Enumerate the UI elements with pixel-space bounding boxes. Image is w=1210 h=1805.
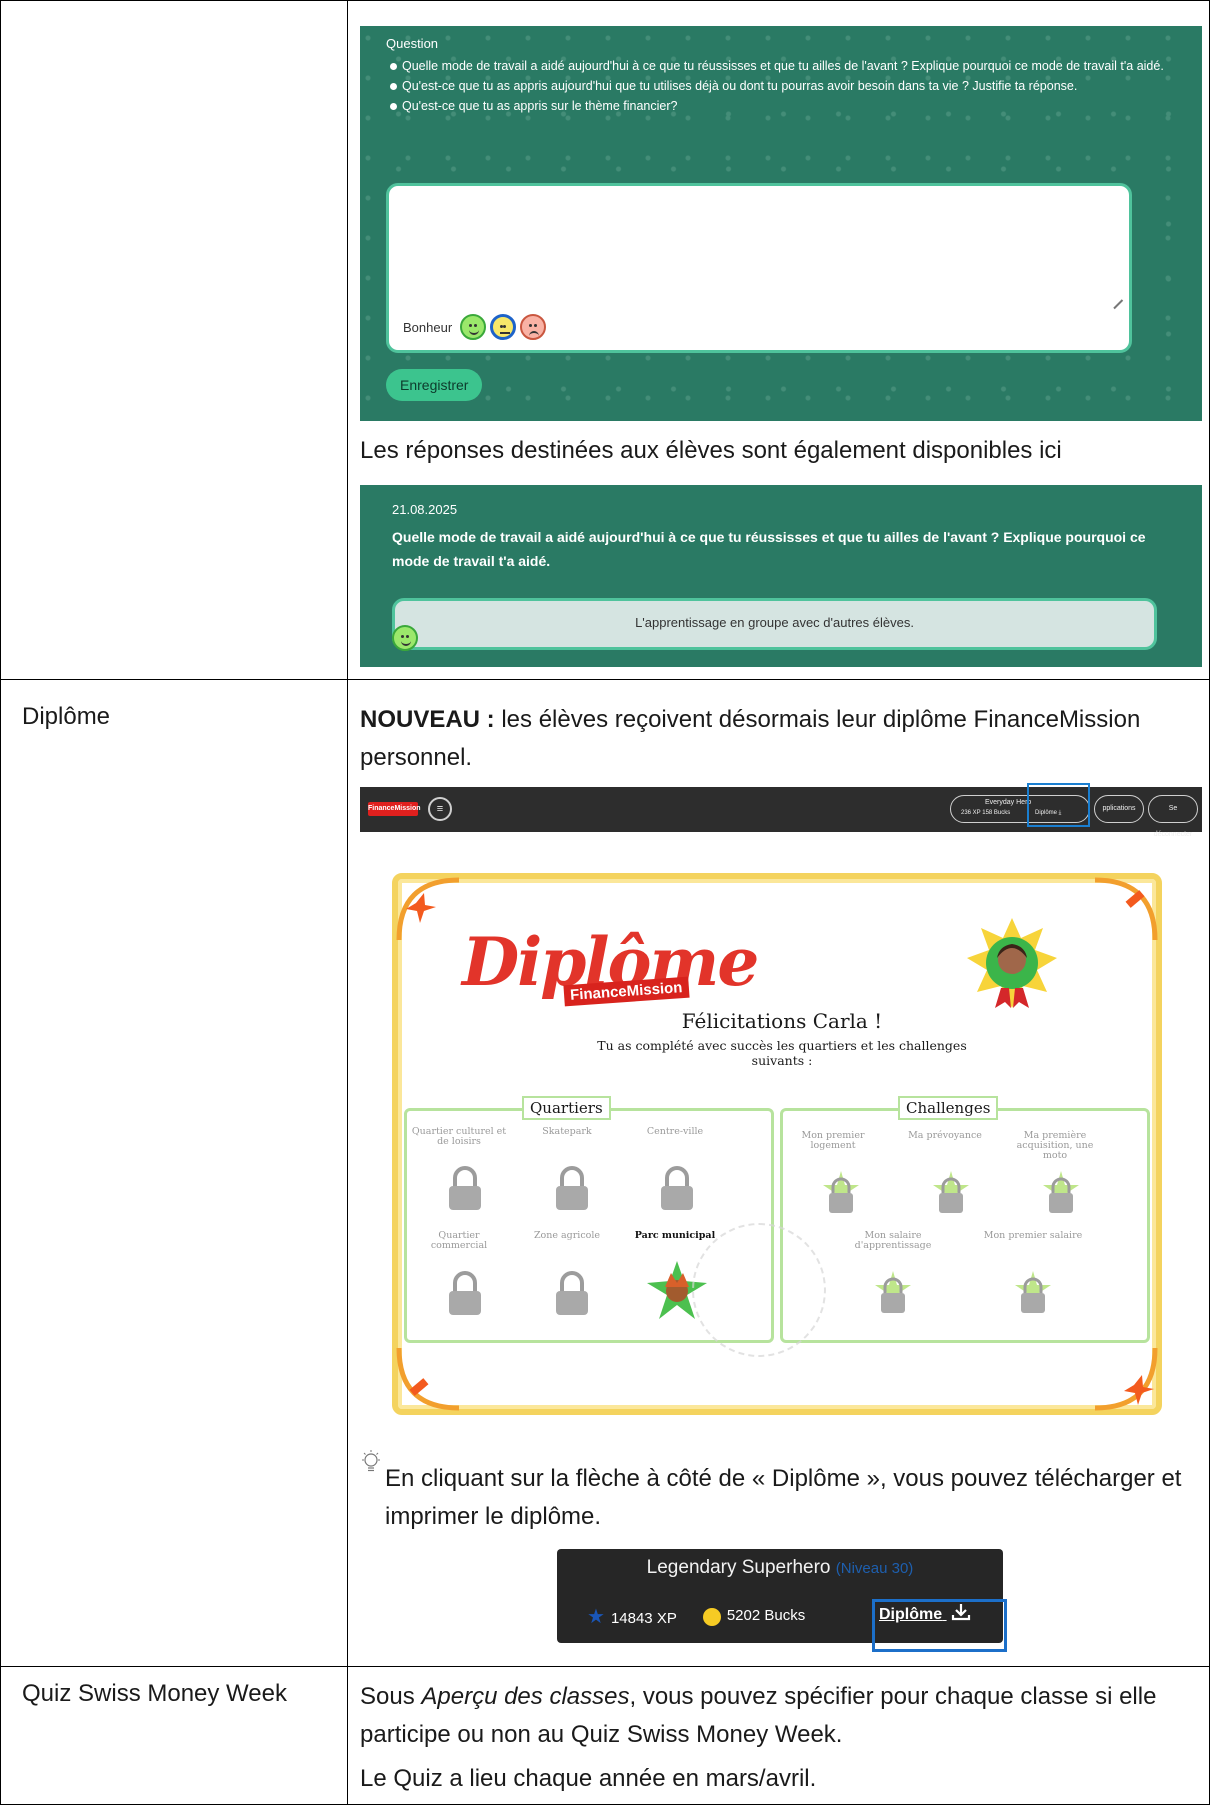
- column-divider: [347, 0, 348, 1805]
- happy-smiley-icon[interactable]: [460, 314, 487, 340]
- question-item: Qu'est-ce que tu as appris sur le thème …: [386, 96, 1176, 116]
- challenge-item: Mon salaire d'apprentissage: [854, 1230, 932, 1251]
- download-highlight-box: [872, 1599, 1007, 1652]
- coin-icon: [702, 1607, 721, 1626]
- neutral-smiley-icon[interactable]: [490, 314, 517, 340]
- question-list: Quelle mode de travail a aidé aujourd'hu…: [386, 56, 1176, 116]
- reflection-panel: Question Quelle mode de travail a aidé a…: [360, 26, 1202, 421]
- question-item: Quelle mode de travail a aidé aujourd'hu…: [386, 56, 1176, 76]
- lock-icon: [556, 1271, 588, 1315]
- answer-text: L'apprentissage en groupe avec d'autres …: [635, 615, 914, 630]
- row-label-diplome: Diplôme: [22, 703, 111, 730]
- lock-icon: [875, 1271, 911, 1313]
- star-icon: ★: [587, 1606, 605, 1628]
- diploma-subtitle: Tu as complété avec succès les quartiers…: [597, 1038, 967, 1068]
- lock-icon: [1043, 1171, 1079, 1213]
- lock-icon: [449, 1166, 481, 1210]
- corner-ornament-icon: [396, 1347, 460, 1411]
- logout-button[interactable]: Se déconnecter: [1148, 795, 1198, 838]
- badge-stats: ★ 14843 XP 5202 Bucks: [587, 1604, 805, 1629]
- quiz-description: Sous Aperçu des classes, vous pouvez spé…: [360, 1683, 1157, 1748]
- question-item: Qu'est-ce que tu as appris aujourd'hui q…: [386, 76, 1176, 96]
- quartier-item: Zone agricole: [533, 1230, 601, 1241]
- corner-ornament-icon: [1094, 877, 1158, 941]
- answers-intro-text: Les réponses destinées aux élèves sont é…: [360, 437, 1062, 464]
- diplome-intro: NOUVEAU : les élèves reçoivent désormais…: [360, 706, 1141, 771]
- resize-handle[interactable]: [1104, 290, 1124, 310]
- bucks-stat: 5202 Bucks: [702, 1607, 805, 1626]
- badge-title: Legendary Superhero (Niveau 30): [646, 1557, 914, 1578]
- quartier-item: Centre-ville: [646, 1126, 704, 1137]
- quartier-item: Quartier commercial: [430, 1230, 488, 1251]
- new-tag: NOUVEAU :: [360, 706, 495, 733]
- lock-icon: [1015, 1271, 1051, 1313]
- menu-icon[interactable]: ≡: [428, 797, 452, 821]
- answers-panel: 21.08.2025 Quelle mode de travail a aidé…: [360, 485, 1202, 667]
- profile-stats: 236 XP 158 Bucks: [961, 810, 1011, 816]
- challenge-item: Ma prévoyance: [908, 1130, 982, 1141]
- mood-label: Bonheur: [403, 319, 453, 335]
- challenge-item: Mon premier salaire: [983, 1230, 1083, 1241]
- lock-icon: [823, 1171, 859, 1213]
- download-tip: En cliquant sur la flèche à côté de « Di…: [385, 1465, 1182, 1530]
- row-divider: [0, 1666, 1210, 1667]
- xp-stat: ★ 14843 XP: [587, 1606, 677, 1628]
- corner-ornament-icon: [396, 877, 460, 941]
- reflection-textarea[interactable]: Bonheur: [386, 183, 1132, 353]
- quartiers-heading: Quartiers: [522, 1096, 611, 1120]
- happy-smiley-icon: [392, 625, 418, 651]
- lock-icon: [661, 1166, 693, 1210]
- document-table: Question Quelle mode de travail a aidé a…: [0, 0, 1210, 1805]
- quartier-item: Skatepark: [542, 1126, 592, 1137]
- applications-button[interactable]: pplications: [1094, 795, 1144, 823]
- challenge-item: Mon premier logement: [801, 1130, 865, 1151]
- badge-level: (Niveau 30): [835, 1560, 914, 1577]
- table-border-top: [0, 0, 1210, 1]
- approval-stamp-icon: [692, 1223, 826, 1357]
- diploma-preview: Diplôme FinanceMission Félicitations Car…: [392, 873, 1162, 1415]
- table-border-left: [0, 0, 1, 1805]
- answer-box: L'apprentissage en groupe avec d'autres …: [392, 598, 1157, 650]
- lock-icon: [449, 1271, 481, 1315]
- challenge-item: Ma première acquisition, une moto: [1016, 1130, 1094, 1161]
- question-heading: Question: [386, 36, 439, 51]
- classes-overview-term: Aperçu des classes: [421, 1683, 630, 1710]
- row-divider: [0, 679, 1210, 680]
- lock-icon: [933, 1171, 969, 1213]
- challenges-heading: Challenges: [898, 1096, 999, 1120]
- financemission-logo[interactable]: FinanceMission: [368, 802, 421, 816]
- diploma-congrats: Félicitations Carla !: [681, 1009, 883, 1033]
- mood-selector: Bonheur: [403, 314, 547, 340]
- corner-ornament-icon: [1094, 1347, 1158, 1411]
- lightbulb-icon: [362, 1450, 380, 1472]
- avatar-medal-icon: [967, 918, 1057, 1008]
- profile-title: Everyday Hero: [985, 799, 1032, 806]
- quartier-item-completed: Parc municipal: [634, 1230, 716, 1241]
- answer-question: Quelle mode de travail a aidé aujourd'hu…: [392, 529, 1146, 569]
- row-label-quiz: Quiz Swiss Money Week: [22, 1680, 287, 1707]
- quiz-schedule: Le Quiz a lieu chaque année en mars/avri…: [360, 1765, 817, 1792]
- diplome-highlight-box: [1027, 783, 1090, 827]
- lock-icon: [556, 1166, 588, 1210]
- answer-date: 21.08.2025: [392, 502, 458, 517]
- sad-smiley-icon[interactable]: [520, 314, 547, 340]
- challenges-section: Challenges Mon premier logement Ma prévo…: [780, 1096, 1150, 1343]
- save-button[interactable]: Enregistrer: [386, 369, 483, 401]
- quartier-item: Quartier culturel et de loisirs: [411, 1126, 507, 1147]
